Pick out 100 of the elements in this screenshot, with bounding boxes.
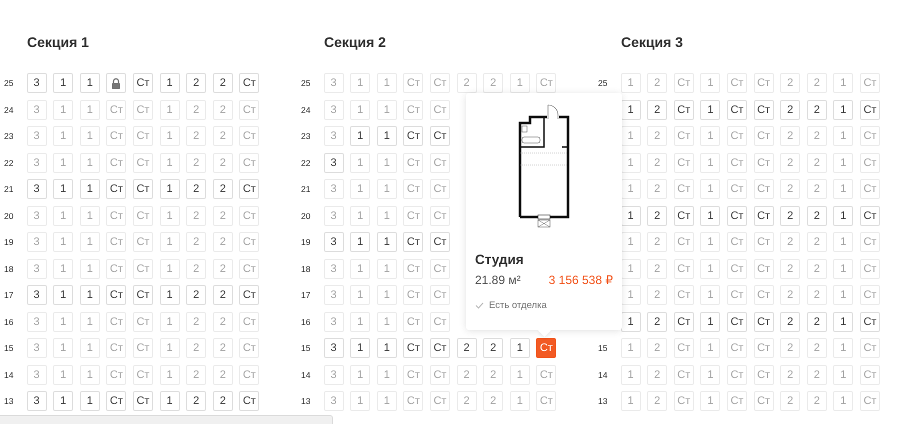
apartment-cell[interactable]: Ст	[239, 206, 260, 226]
apartment-cell[interactable]: Ст	[726, 152, 747, 172]
apartment-cell[interactable]: 2	[806, 73, 827, 93]
apartment-cell[interactable]: Ст	[754, 73, 774, 93]
apartment-cell[interactable]: 1	[700, 152, 720, 172]
apartment-cell[interactable]: 2	[186, 285, 206, 305]
apartment-cell[interactable]: 1	[376, 338, 397, 358]
apartment-cell[interactable]: Ст	[536, 73, 556, 93]
apartment-cell[interactable]: Ст	[132, 364, 153, 384]
apartment-cell[interactable]: 3	[324, 152, 344, 172]
apartment-cell[interactable]: 1	[53, 152, 74, 172]
apartment-cell[interactable]: Ст	[106, 312, 126, 332]
apartment-cell[interactable]: 1	[160, 126, 180, 146]
apartment-cell[interactable]: 1	[160, 206, 180, 226]
apartment-cell[interactable]: Ст	[403, 179, 424, 199]
apartment-cell[interactable]: Ст	[132, 73, 153, 93]
apartment-cell[interactable]: Ст	[106, 338, 126, 358]
apartment-cell[interactable]: Ст	[132, 100, 153, 120]
apartment-cell[interactable]: 1	[376, 285, 397, 305]
apartment-cell[interactable]: 1	[53, 285, 74, 305]
apartment-cell[interactable]: Ст	[860, 364, 880, 384]
apartment-cell[interactable]: Ст	[430, 338, 450, 358]
apartment-cell[interactable]: 1	[160, 338, 180, 358]
apartment-cell[interactable]: 1	[80, 152, 100, 172]
apartment-cell[interactable]: 2	[806, 285, 827, 305]
apartment-cell[interactable]: 2	[456, 338, 477, 358]
apartment-cell[interactable]: 2	[780, 206, 800, 226]
apartment-cell[interactable]: Ст	[726, 126, 747, 146]
apartment-cell[interactable]: 1	[833, 152, 854, 172]
apartment-cell[interactable]: 1	[53, 206, 74, 226]
apartment-cell[interactable]: 2	[456, 73, 477, 93]
apartment-cell[interactable]: 1	[53, 100, 74, 120]
apartment-cell[interactable]: Ст	[860, 179, 880, 199]
apartment-cell[interactable]: 2	[212, 179, 233, 199]
apartment-cell[interactable]: 2	[212, 152, 233, 172]
apartment-cell[interactable]: Ст	[403, 206, 424, 226]
apartment-cell[interactable]: Ст	[239, 312, 260, 332]
apartment-cell[interactable]: 2	[212, 206, 233, 226]
apartment-cell[interactable]: Ст	[132, 338, 153, 358]
apartment-cell[interactable]: 3	[324, 285, 344, 305]
apartment-cell[interactable]: 2	[647, 258, 668, 278]
apartment-cell[interactable]: Ст	[430, 100, 450, 120]
apartment-cell[interactable]: 3	[26, 391, 47, 411]
apartment-cell[interactable]: Ст	[430, 232, 450, 252]
apartment-cell[interactable]: Ст	[674, 338, 694, 358]
apartment-cell[interactable]: 2	[780, 126, 800, 146]
apartment-cell[interactable]: 1	[80, 126, 100, 146]
apartment-cell[interactable]: 1	[620, 258, 641, 278]
apartment-cell[interactable]: 2	[212, 285, 233, 305]
apartment-cell[interactable]: 1	[350, 152, 370, 172]
apartment-cell[interactable]: Ст	[860, 100, 880, 120]
apartment-cell[interactable]: 1	[80, 364, 100, 384]
apartment-cell[interactable]: 2	[186, 232, 206, 252]
apartment-cell[interactable]: 2	[186, 338, 206, 358]
apartment-cell[interactable]: 1	[160, 179, 180, 199]
apartment-cell[interactable]: Ст	[430, 364, 450, 384]
apartment-cell[interactable]: 1	[510, 338, 530, 358]
apartment-cell[interactable]: 2	[780, 258, 800, 278]
apartment-cell[interactable]: 1	[833, 73, 854, 93]
apartment-cell[interactable]: 1	[80, 206, 100, 226]
apartment-cell[interactable]: Ст	[239, 338, 260, 358]
apartment-cell[interactable]: Ст	[726, 338, 747, 358]
apartment-cell[interactable]: Ст	[754, 206, 774, 226]
apartment-cell[interactable]: Ст	[132, 285, 153, 305]
apartment-cell[interactable]: 1	[376, 206, 397, 226]
apartment-cell[interactable]: 2	[186, 73, 206, 93]
apartment-cell[interactable]: 1	[833, 179, 854, 199]
apartment-cell[interactable]: 2	[780, 364, 800, 384]
apartment-cell[interactable]: Ст	[726, 100, 747, 120]
apartment-cell[interactable]: Ст	[430, 258, 450, 278]
apartment-cell[interactable]: 2	[806, 312, 827, 332]
apartment-cell[interactable]: 2	[647, 364, 668, 384]
apartment-cell[interactable]: 2	[483, 391, 504, 411]
apartment-cell[interactable]: 2	[647, 232, 668, 252]
apartment-cell[interactable]: Ст	[860, 232, 880, 252]
apartment-cell[interactable]: 2	[647, 312, 668, 332]
apartment-cell[interactable]: 2	[212, 258, 233, 278]
apartment-cell[interactable]: Ст	[860, 285, 880, 305]
apartment-cell[interactable]: 3	[324, 338, 344, 358]
apartment-cell[interactable]: Ст	[132, 152, 153, 172]
apartment-cell[interactable]: 3	[324, 179, 344, 199]
apartment-cell[interactable]: 2	[806, 232, 827, 252]
apartment-cell[interactable]: 2	[212, 100, 233, 120]
apartment-cell[interactable]: Ст	[754, 179, 774, 199]
apartment-cell[interactable]: 1	[833, 206, 854, 226]
apartment-cell[interactable]: 1	[833, 285, 854, 305]
apartment-cell[interactable]: 2	[647, 73, 668, 93]
apartment-cell[interactable]: 2	[212, 338, 233, 358]
apartment-cell[interactable]: 2	[186, 391, 206, 411]
apartment-cell[interactable]: Ст	[403, 126, 424, 146]
apartment-cell[interactable]: Ст	[754, 126, 774, 146]
apartment-cell[interactable]: 2	[483, 364, 504, 384]
apartment-cell[interactable]: Ст	[674, 206, 694, 226]
apartment-cell[interactable]: 1	[160, 364, 180, 384]
apartment-cell[interactable]: 3	[26, 152, 47, 172]
apartment-cell[interactable]: Ст	[403, 258, 424, 278]
apartment-cell[interactable]: 1	[620, 179, 641, 199]
apartment-cell[interactable]: 3	[324, 73, 344, 93]
apartment-cell[interactable]: 1	[350, 258, 370, 278]
apartment-cell[interactable]: 2	[186, 258, 206, 278]
